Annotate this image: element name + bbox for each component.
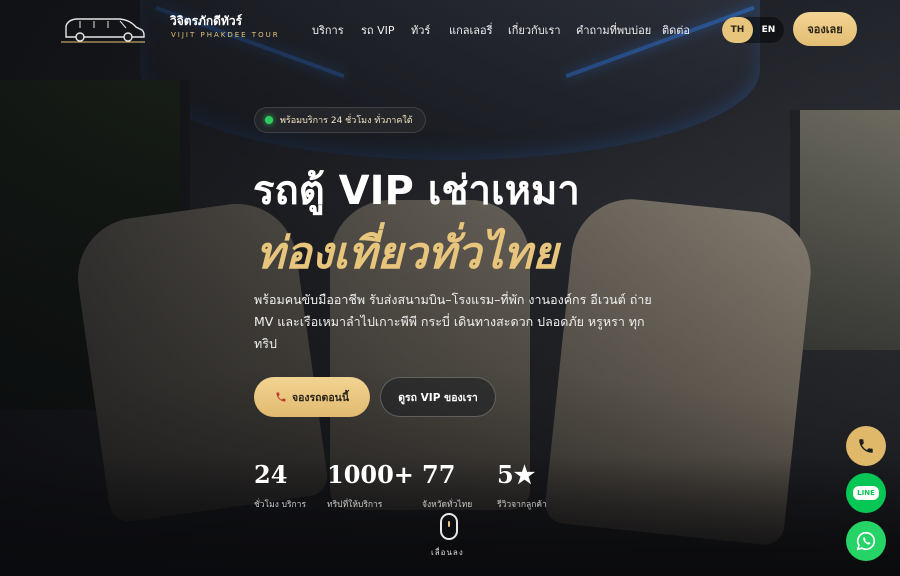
language-switcher: TH EN <box>722 17 784 43</box>
stat-reviews: 5★ รีวิวจากลูกค้า <box>497 460 547 511</box>
nav-item-vip-van[interactable]: รถ VIP <box>361 21 394 39</box>
stat-trips-label: ทริปที่ให้บริการ <box>327 500 383 510</box>
availability-badge: พร้อมบริการ 24 ชั่วโมง ทั่วภาคใต้ <box>254 107 426 133</box>
hero-title: รถตู้ VIP เช่าเหมา <box>253 168 580 214</box>
scroll-down-indicator[interactable] <box>440 513 458 540</box>
line-icon: LINE <box>853 486 879 500</box>
stat-hours-value: 24 <box>254 460 288 489</box>
van-logo-icon[interactable] <box>60 14 146 44</box>
nav-item-tours[interactable]: ทัวร์ <box>411 21 430 39</box>
phone-icon <box>276 392 286 402</box>
status-dot-icon <box>265 116 273 124</box>
stat-hours-label: ชั่วโมง บริการ <box>254 500 307 510</box>
book-van-button[interactable]: จองรถตอนนี้ <box>254 377 370 417</box>
floating-whatsapp-button[interactable] <box>846 521 886 561</box>
lang-en-button[interactable]: EN <box>753 17 784 43</box>
phone-icon <box>859 439 873 453</box>
whatsapp-icon <box>856 531 876 551</box>
floating-line-button[interactable]: LINE <box>846 473 886 513</box>
lang-th-button[interactable]: TH <box>722 17 753 43</box>
nav-item-faq[interactable]: คำถามที่พบบ่อย <box>576 21 651 39</box>
scroll-down-label: เลื่อนลง <box>431 548 464 557</box>
site-header: วิจิตรภักดีทัวร์ VIJIT PHAKDEE TOUR บริก… <box>0 0 900 58</box>
nav-item-services[interactable]: บริการ <box>312 21 344 39</box>
stat-hours: 24 ชั่วโมง บริการ <box>254 460 306 511</box>
availability-badge-text: พร้อมบริการ 24 ชั่วโมง ทั่วภาคใต้ <box>280 116 413 126</box>
stat-reviews-value: 5★ <box>497 460 536 489</box>
hero-subtitle: ท่องเที่ยวทั่วไทย <box>256 228 559 279</box>
mouse-wheel-icon <box>448 521 450 527</box>
stat-provinces-value: 77 <box>422 460 456 489</box>
stat-provinces-label: จังหวัดทั่วไทย <box>422 500 473 510</box>
brand-name[interactable]: วิจิตรภักดีทัวร์ <box>170 12 242 31</box>
stat-trips: 1000+ ทริปที่ให้บริการ <box>327 460 414 511</box>
stat-trips-value: 1000+ <box>327 460 414 489</box>
nav-item-about[interactable]: เกี่ยวกับเรา <box>508 21 561 39</box>
nav-item-contact[interactable]: ติดต่อ <box>662 21 690 39</box>
stat-provinces: 77 จังหวัดทั่วไทย <box>422 460 472 511</box>
book-now-button[interactable]: จองเลย <box>793 12 857 46</box>
stat-reviews-label: รีวิวจากลูกค้า <box>497 500 547 510</box>
nav-item-gallery[interactable]: แกลเลอรี่ <box>449 21 493 39</box>
floating-phone-button[interactable] <box>846 426 886 466</box>
hero-description: พร้อมคนขับมืออาชีพ รับส่งสนามบิน–โรงแรม–… <box>254 292 652 351</box>
book-van-button-label: จองรถตอนนี้ <box>291 391 350 404</box>
view-vip-vans-button[interactable]: ดูรถ VIP ของเรา <box>380 377 496 417</box>
brand-tagline: VIJIT PHAKDEE TOUR <box>171 31 280 39</box>
